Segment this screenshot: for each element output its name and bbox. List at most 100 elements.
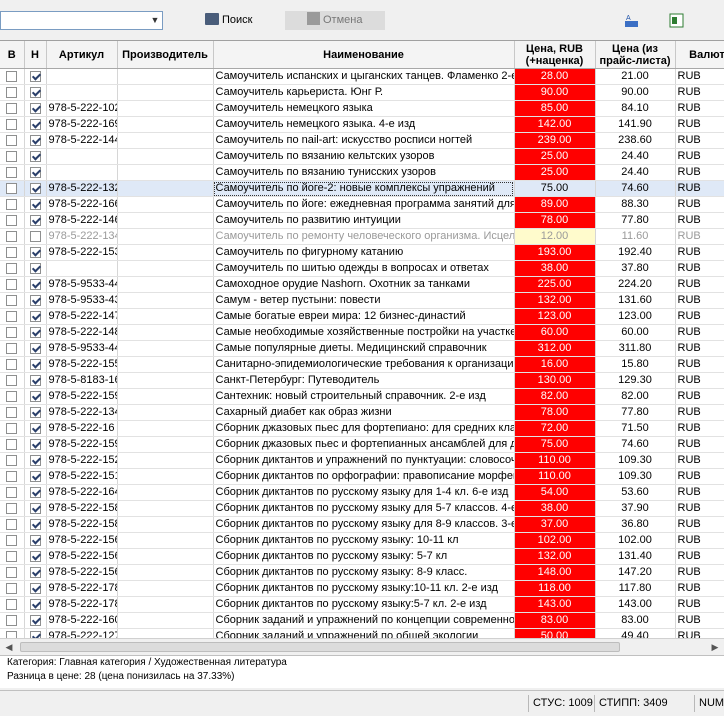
cell-v[interactable] <box>0 436 25 453</box>
cell-price[interactable]: 25.00 <box>514 148 596 165</box>
checkbox-v[interactable] <box>6 438 18 450</box>
cell-manufacturer[interactable] <box>117 260 214 277</box>
cell-list-price[interactable]: 11.60 <box>595 228 676 245</box>
cell-v[interactable] <box>0 452 25 469</box>
table-row[interactable]: 978-5-222-134 Самоучитель по ремонту чело… <box>0 228 724 245</box>
cell-currency[interactable]: RUB <box>675 308 724 325</box>
cell-currency[interactable]: RUB <box>675 100 724 117</box>
cell-name[interactable]: Сборник диктантов по русскому языку для … <box>213 500 515 517</box>
cell-name[interactable]: Самоходное орудие Nashorn. Охотник за та… <box>213 276 515 293</box>
table-row[interactable]: 978-5-8183-16 Санкт-Петербург: Путеводите… <box>0 372 724 389</box>
cell-manufacturer[interactable] <box>117 484 214 501</box>
checkbox-n[interactable] <box>29 246 41 258</box>
checkbox-n[interactable] <box>29 358 41 370</box>
cell-price[interactable]: 83.00 <box>514 612 596 629</box>
cell-currency[interactable]: RUB <box>675 436 724 453</box>
cell-list-price[interactable]: 74.60 <box>595 436 676 453</box>
cell-manufacturer[interactable] <box>117 132 214 149</box>
checkbox-n[interactable] <box>29 342 41 354</box>
cell-currency[interactable]: RUB <box>675 212 724 229</box>
cell-n[interactable] <box>24 388 47 405</box>
checkbox-v[interactable] <box>6 566 18 578</box>
table-row[interactable]: 978-5-222-134 Сахарный диабет как образ ж… <box>0 404 724 421</box>
cell-price[interactable]: 28.00 <box>514 68 596 85</box>
cell-currency[interactable]: RUB <box>675 244 724 261</box>
cell-price[interactable]: 75.00 <box>514 180 596 197</box>
cell-manufacturer[interactable] <box>117 404 214 421</box>
cell-name[interactable]: Самоучитель по вязанию кельтских узоров <box>213 148 515 165</box>
cell-list-price[interactable]: 224.20 <box>595 276 676 293</box>
cell-currency[interactable]: RUB <box>675 484 724 501</box>
cell-currency[interactable]: RUB <box>675 468 724 485</box>
table-row[interactable]: 978-5-222-132 Самоучитель по йоге-2: новы… <box>0 180 724 197</box>
checkbox-v[interactable] <box>6 422 18 434</box>
checkbox-v[interactable] <box>6 454 18 466</box>
chevron-down-icon[interactable]: ▼ <box>150 15 160 26</box>
cell-list-price[interactable]: 77.80 <box>595 212 676 229</box>
cell-price[interactable]: 225.00 <box>514 276 596 293</box>
cell-v[interactable] <box>0 500 25 517</box>
cell-v[interactable] <box>0 340 25 357</box>
cell-v[interactable] <box>0 68 25 85</box>
cell-currency[interactable]: RUB <box>675 324 724 341</box>
checkbox-n[interactable] <box>29 486 41 498</box>
cell-article[interactable]: 978-5-222-155 <box>46 356 118 373</box>
cell-v[interactable] <box>0 276 25 293</box>
table-row[interactable]: Самоучитель испанских и цыганских танцев… <box>0 68 724 85</box>
cell-article[interactable] <box>46 260 118 277</box>
cell-name[interactable]: Сборник заданий и упражнений по концепци… <box>213 612 515 629</box>
checkbox-n[interactable] <box>29 614 41 626</box>
checkbox-n[interactable] <box>29 230 41 242</box>
cell-currency[interactable]: RUB <box>675 132 724 149</box>
checkbox-n[interactable] <box>29 502 41 514</box>
cell-name[interactable]: Самые популярные диеты. Медицинский спра… <box>213 340 515 357</box>
cell-n[interactable] <box>24 212 47 229</box>
cell-price[interactable]: 143.00 <box>514 596 596 613</box>
cell-v[interactable] <box>0 228 25 245</box>
cell-list-price[interactable]: 109.30 <box>595 452 676 469</box>
table-row[interactable]: 978-5-222-178 Сборник диктантов по русско… <box>0 580 724 597</box>
cell-n[interactable] <box>24 84 47 101</box>
cell-article[interactable]: 978-5-222-148 <box>46 324 118 341</box>
cell-name[interactable]: Самоучитель карьериста. Юнг Р. <box>213 84 515 101</box>
scroll-thumb[interactable] <box>20 642 620 652</box>
cell-price[interactable]: 102.00 <box>514 532 596 549</box>
cell-manufacturer[interactable] <box>117 452 214 469</box>
cell-v[interactable] <box>0 468 25 485</box>
col-price-header[interactable]: Цена, RUB (+наценка) <box>514 41 596 69</box>
cell-manufacturer[interactable] <box>117 420 214 437</box>
cell-price[interactable]: 38.00 <box>514 500 596 517</box>
table-row[interactable]: 978-5-222-160 Сборник заданий и упражнени… <box>0 612 724 629</box>
cell-list-price[interactable]: 83.00 <box>595 612 676 629</box>
checkbox-v[interactable] <box>6 518 18 530</box>
checkbox-v[interactable] <box>6 70 18 82</box>
checkbox-v[interactable] <box>6 326 18 338</box>
cell-price[interactable]: 85.00 <box>514 100 596 117</box>
cell-currency[interactable]: RUB <box>675 116 724 133</box>
cell-n[interactable] <box>24 196 47 213</box>
checkbox-n[interactable] <box>29 518 41 530</box>
cell-name[interactable]: Самоучитель испанских и цыганских танцев… <box>213 68 515 85</box>
cell-n[interactable] <box>24 548 47 565</box>
cell-manufacturer[interactable] <box>117 356 214 373</box>
cell-name[interactable]: Сантехник: новый строительный справочник… <box>213 388 515 405</box>
cell-name[interactable]: Сборник диктантов по русскому языку для … <box>213 484 515 501</box>
cell-name[interactable]: Самоучитель по ремонту человеческого орг… <box>213 228 515 245</box>
cell-n[interactable] <box>24 356 47 373</box>
cell-name[interactable]: Сахарный диабет как образ жизни <box>213 404 515 421</box>
cell-currency[interactable]: RUB <box>675 452 724 469</box>
checkbox-n[interactable] <box>29 326 41 338</box>
checkbox-v[interactable] <box>6 262 18 274</box>
cell-n[interactable] <box>24 532 47 549</box>
cell-article[interactable] <box>46 84 118 101</box>
cell-price[interactable]: 118.00 <box>514 580 596 597</box>
cell-list-price[interactable]: 131.40 <box>595 548 676 565</box>
checkbox-n[interactable] <box>29 86 41 98</box>
cell-name[interactable]: Сборник диктантов по русскому языку:10-1… <box>213 580 515 597</box>
cell-article[interactable]: 978-5-222-144 <box>46 132 118 149</box>
checkbox-n[interactable] <box>29 438 41 450</box>
cell-article[interactable] <box>46 68 118 85</box>
cell-price[interactable]: 110.00 <box>514 468 596 485</box>
cell-price[interactable]: 90.00 <box>514 84 596 101</box>
cell-n[interactable] <box>24 484 47 501</box>
